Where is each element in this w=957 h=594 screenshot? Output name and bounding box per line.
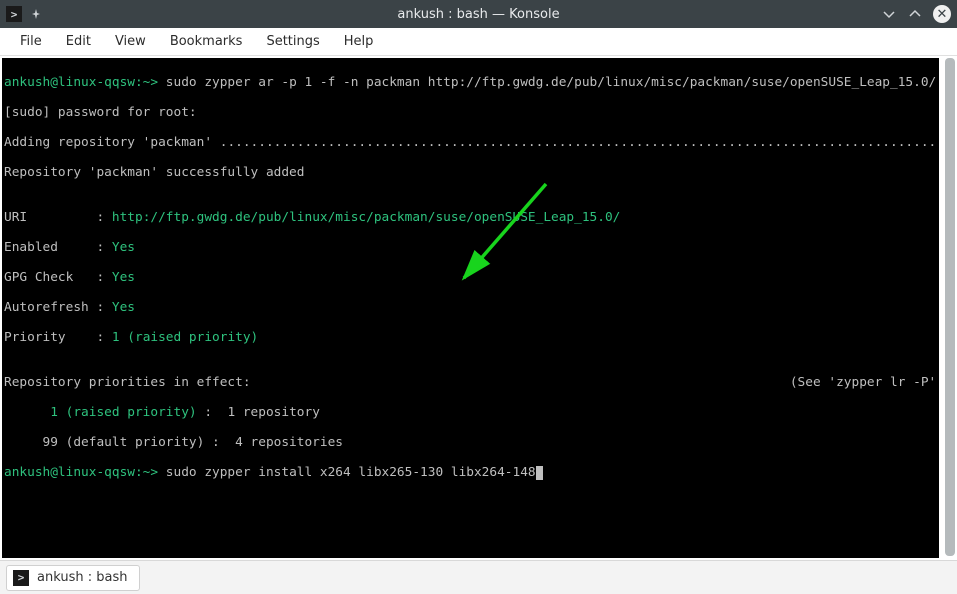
terminal[interactable]: ankush@linux-qqsw:~> sudo zypper ar -p 1…	[2, 58, 939, 558]
close-button[interactable]: ✕	[933, 5, 951, 23]
tab-terminal[interactable]: > ankush : bash	[6, 565, 140, 591]
menubar: File Edit View Bookmarks Settings Help	[0, 28, 957, 56]
menu-settings[interactable]: Settings	[254, 30, 331, 53]
cursor-icon	[536, 466, 543, 480]
terminal-text	[4, 405, 50, 420]
konsole-icon: >	[13, 570, 29, 586]
terminal-text: GPG Check :	[4, 270, 112, 285]
terminal-text: Yes	[112, 270, 135, 285]
pin-icon[interactable]	[30, 8, 42, 20]
terminal-text: Repository 'packman' successfully added	[4, 165, 939, 180]
terminal-text: ........................................…	[220, 135, 937, 150]
terminal-text: Autorefresh :	[4, 300, 112, 315]
titlebar-left: >	[6, 6, 42, 22]
menu-file[interactable]: File	[8, 30, 54, 53]
terminal-text: (See 'zypper lr -P' for details)	[251, 375, 939, 390]
window-title: ankush : bash — Konsole	[397, 7, 559, 22]
terminal-text: Yes	[112, 240, 135, 255]
terminal-text: Priority :	[4, 330, 112, 345]
titlebar: > ankush : bash — Konsole ✕	[0, 0, 957, 28]
konsole-icon: >	[6, 6, 22, 22]
menu-bookmarks[interactable]: Bookmarks	[158, 30, 255, 53]
scrollbar-thumb[interactable]	[945, 58, 955, 556]
tab-label: ankush : bash	[37, 570, 127, 585]
tabbar: > ankush : bash	[0, 560, 957, 594]
menu-view[interactable]: View	[103, 30, 158, 53]
terminal-text: Yes	[112, 300, 135, 315]
terminal-text: : 1 repository	[204, 405, 320, 420]
terminal-text: [sudo] password for root:	[4, 105, 939, 120]
terminal-text: 1 (raised priority)	[112, 330, 258, 345]
window-controls: ✕	[881, 5, 951, 23]
terminal-text: Enabled :	[4, 240, 112, 255]
terminal-text: sudo zypper ar -p 1 -f -n packman http:/…	[158, 75, 939, 90]
prompt: ankush@linux-qqsw:~>	[4, 75, 158, 90]
minimize-button[interactable]	[881, 6, 897, 22]
terminal-text: http://ftp.gwdg.de/pub/linux/misc/packma…	[112, 210, 621, 225]
menu-help[interactable]: Help	[332, 30, 386, 53]
terminal-text: Repository priorities in effect:	[4, 375, 251, 390]
menu-edit[interactable]: Edit	[54, 30, 103, 53]
terminal-text: URI :	[4, 210, 112, 225]
scrollbar[interactable]	[943, 56, 957, 560]
prompt: ankush@linux-qqsw:~>	[4, 465, 158, 480]
maximize-button[interactable]	[907, 6, 923, 22]
terminal-text: sudo zypper install x264 libx265-130 lib…	[158, 465, 536, 480]
terminal-text: [done]	[936, 135, 939, 150]
terminal-text: Adding repository 'packman'	[4, 135, 220, 150]
terminal-text: 99 (default priority) : 4 repositories	[4, 435, 939, 450]
terminal-container: ankush@linux-qqsw:~> sudo zypper ar -p 1…	[0, 56, 957, 560]
terminal-text: 1 (raised priority)	[50, 405, 204, 420]
